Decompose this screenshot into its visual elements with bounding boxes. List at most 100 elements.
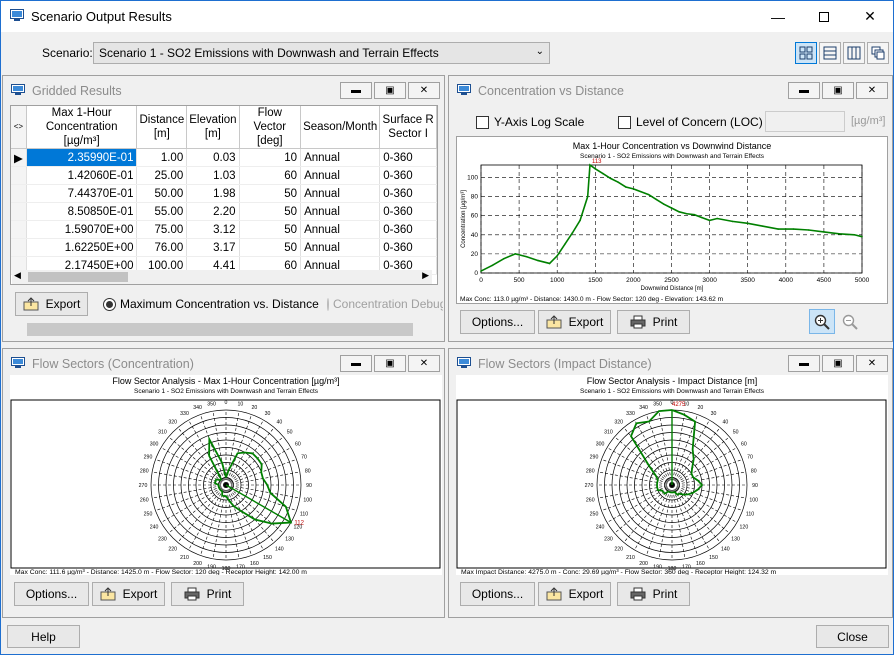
scenario-select[interactable]: Scenario 1 - SO2 Emissions with Downwash… xyxy=(93,42,550,64)
panel-minimize-button[interactable]: ▬ xyxy=(340,82,372,99)
column-header[interactable]: Flow Vector [deg] xyxy=(239,106,302,149)
table-cell[interactable]: 1.03 xyxy=(186,166,240,185)
loc-checkbox[interactable]: Level of Concern (LOC) xyxy=(618,115,763,129)
grid-hscrollbar[interactable]: ◀ ▶ xyxy=(12,270,432,284)
table-row[interactable]: 1.42060E-01 25.00 1.03 60 Annual 0-360 xyxy=(11,166,437,185)
column-header[interactable]: Surface R Sector I xyxy=(379,106,437,149)
row-header[interactable] xyxy=(11,166,27,185)
table-cell[interactable]: 3.12 xyxy=(186,220,240,239)
table-row[interactable]: 7.44370E-01 50.00 1.98 50 Annual 0-360 xyxy=(11,184,437,203)
row-header[interactable] xyxy=(11,184,27,203)
table-cell[interactable]: 55.00 xyxy=(136,202,188,221)
column-header[interactable]: Max 1-Hour Concentration [µg/m³] xyxy=(26,106,138,149)
line-export-button[interactable]: Export xyxy=(538,310,611,334)
row-header[interactable] xyxy=(11,202,27,221)
results-grid[interactable]: <> Max 1-Hour Concentration [µg/m³] Dist… xyxy=(10,105,438,285)
view-cascade-button[interactable] xyxy=(867,42,889,64)
table-row[interactable]: 1.59070E+00 75.00 3.12 50 Annual 0-360 xyxy=(11,220,437,239)
table-cell[interactable]: 7.44370E-01 xyxy=(26,184,138,203)
view-grid-button[interactable] xyxy=(795,42,817,64)
loc-input[interactable] xyxy=(765,111,845,132)
table-cell[interactable]: 3.17 xyxy=(186,238,240,257)
table-cell[interactable]: 0-360 xyxy=(379,238,437,257)
row-header[interactable] xyxy=(11,238,27,257)
polar-dist-options-button[interactable]: Options... xyxy=(460,582,535,606)
polar-dist-export-button[interactable]: Export xyxy=(538,582,611,606)
table-cell[interactable]: 75.00 xyxy=(136,220,188,239)
panel-restore-button[interactable]: ▣ xyxy=(374,355,406,372)
polar-conc-export-button[interactable]: Export xyxy=(92,582,165,606)
panel-close-button[interactable]: ✕ xyxy=(408,82,440,99)
table-cell[interactable]: 2.35990E-01 xyxy=(26,148,138,167)
data-point xyxy=(655,198,658,201)
column-header[interactable]: Distance [m] xyxy=(136,106,188,149)
table-cell[interactable]: 8.50850E-01 xyxy=(26,202,138,221)
view-rows-button[interactable] xyxy=(819,42,841,64)
table-row[interactable]: 1.62250E+00 76.00 3.17 50 Annual 0-360 xyxy=(11,238,437,257)
polar-dist-print-button[interactable]: Print xyxy=(617,582,690,606)
maximize-button[interactable] xyxy=(801,1,847,32)
gridded-export-button[interactable]: Export xyxy=(15,292,88,316)
radio-concentration-debug[interactable]: Concentration Debug xyxy=(327,297,443,311)
line-print-button[interactable]: Print xyxy=(617,310,690,334)
panel-restore-button[interactable]: ▣ xyxy=(822,355,854,372)
line-options-button[interactable]: Options... xyxy=(460,310,535,334)
panel-restore-button[interactable]: ▣ xyxy=(822,82,854,99)
table-cell[interactable]: 0-360 xyxy=(379,166,437,185)
row-header[interactable] xyxy=(11,220,27,239)
help-button[interactable]: Help xyxy=(7,625,80,648)
close-window-button[interactable]: ✕ xyxy=(847,1,893,32)
panel-hscrollbar[interactable] xyxy=(27,323,413,336)
radio-max-concentration[interactable]: Maximum Concentration vs. Distance xyxy=(103,297,319,311)
angle-label: 270 xyxy=(585,483,594,489)
table-cell[interactable]: 1.62250E+00 xyxy=(26,238,138,257)
table-cell[interactable]: Annual xyxy=(300,202,381,221)
table-cell[interactable]: Annual xyxy=(300,220,381,239)
table-row[interactable]: 8.50850E-01 55.00 2.20 50 Annual 0-360 xyxy=(11,202,437,221)
scroll-thumb[interactable] xyxy=(28,272,128,282)
table-cell[interactable]: 60 xyxy=(239,166,302,185)
table-cell[interactable]: 50 xyxy=(239,184,302,203)
table-cell[interactable]: 10 xyxy=(239,148,302,167)
column-header[interactable]: Season/Month xyxy=(300,106,381,149)
table-row[interactable]: ▶ 2.35990E-01 1.00 0.03 10 Annual 0-360 xyxy=(11,148,437,167)
panel-minimize-button[interactable]: ▬ xyxy=(340,355,372,372)
table-cell[interactable]: Annual xyxy=(300,148,381,167)
table-cell[interactable]: 1.42060E-01 xyxy=(26,166,138,185)
minimize-button[interactable]: — xyxy=(755,1,801,32)
table-cell[interactable]: 0-360 xyxy=(379,184,437,203)
panel-close-button[interactable]: ✕ xyxy=(856,82,888,99)
table-cell[interactable]: 1.98 xyxy=(186,184,240,203)
table-cell[interactable]: 1.59070E+00 xyxy=(26,220,138,239)
table-cell[interactable]: 1.00 xyxy=(136,148,188,167)
table-cell[interactable]: 50 xyxy=(239,220,302,239)
table-cell[interactable]: 0.03 xyxy=(186,148,240,167)
panel-close-button[interactable]: ✕ xyxy=(408,355,440,372)
polar-conc-options-button[interactable]: Options... xyxy=(14,582,89,606)
chart-subtitle: Scenario 1 - SO2 Emissions with Downwash… xyxy=(580,153,765,160)
table-cell[interactable]: 76.00 xyxy=(136,238,188,257)
zoom-out-button[interactable] xyxy=(839,309,861,334)
table-cell[interactable]: 50.00 xyxy=(136,184,188,203)
table-cell[interactable]: 2.20 xyxy=(186,202,240,221)
table-cell[interactable]: 0-360 xyxy=(379,220,437,239)
table-cell[interactable]: 25.00 xyxy=(136,166,188,185)
panel-minimize-button[interactable]: ▬ xyxy=(788,355,820,372)
table-cell[interactable]: Annual xyxy=(300,238,381,257)
log-scale-checkbox[interactable]: Y-Axis Log Scale xyxy=(476,115,584,129)
table-cell[interactable]: 0-360 xyxy=(379,148,437,167)
view-columns-button[interactable] xyxy=(843,42,865,64)
table-cell[interactable]: 0-360 xyxy=(379,202,437,221)
table-cell[interactable]: 50 xyxy=(239,238,302,257)
panel-minimize-button[interactable]: ▬ xyxy=(788,82,820,99)
zoom-in-button[interactable] xyxy=(809,309,835,334)
close-button[interactable]: Close xyxy=(816,625,889,648)
table-cell[interactable]: 50 xyxy=(239,202,302,221)
polar-conc-print-button[interactable]: Print xyxy=(171,582,244,606)
column-header[interactable]: Elevation [m] xyxy=(186,106,240,149)
panel-close-button[interactable]: ✕ xyxy=(856,355,888,372)
table-cell[interactable]: Annual xyxy=(300,166,381,185)
panel-restore-button[interactable]: ▣ xyxy=(374,82,406,99)
row-header[interactable]: ▶ xyxy=(11,148,27,167)
table-cell[interactable]: Annual xyxy=(300,184,381,203)
